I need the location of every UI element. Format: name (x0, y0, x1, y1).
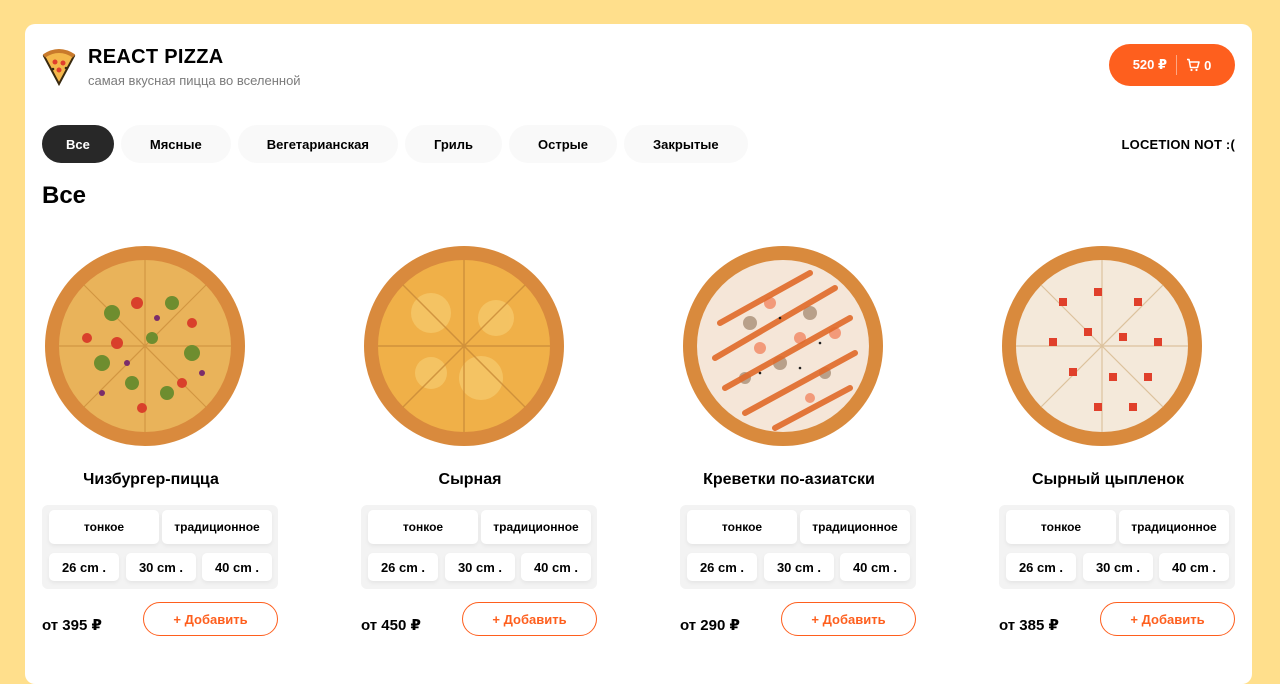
size-26-option[interactable]: 26 cm . (687, 553, 757, 581)
cart-divider (1176, 55, 1178, 75)
add-to-cart-button[interactable]: + Добавить (781, 602, 916, 636)
size-30-option[interactable]: 30 cm . (445, 553, 515, 581)
pizza-image (364, 246, 564, 446)
add-to-cart-button[interactable]: + Добавить (1100, 602, 1235, 636)
pizza-card: Креветки по-азиатски тонкое традиционное… (680, 242, 916, 662)
pizza-card: Сырный цыпленок тонкое традиционное 26 c… (999, 242, 1235, 662)
pizza-card: Сырная тонкое традиционное 26 cm . 30 cm… (361, 242, 597, 662)
size-40-option[interactable]: 40 cm . (1159, 553, 1229, 581)
size-40-option[interactable]: 40 cm . (840, 553, 910, 581)
category-all[interactable]: Все (42, 125, 114, 163)
size-30-option[interactable]: 30 cm . (1083, 553, 1153, 581)
size-26-option[interactable]: 26 cm . (1006, 553, 1076, 581)
pizza-price: от 395 ₽ (42, 617, 102, 634)
dough-traditional-option[interactable]: традиционное (481, 510, 591, 544)
size-30-option[interactable]: 30 cm . (764, 553, 834, 581)
header: REACT PIZZA самая вкусная пицца во вселе… (25, 24, 1252, 124)
dough-thin-option[interactable]: тонкое (368, 510, 478, 544)
size-26-option[interactable]: 26 cm . (368, 553, 438, 581)
pizza-grid: Чизбургер-пицца тонкое традиционное 26 c… (42, 242, 1235, 662)
category-spicy[interactable]: Острые (509, 125, 618, 163)
pizza-image (1002, 246, 1202, 446)
pizza-name: Чизбургер-пицца (83, 471, 219, 488)
cart-price: 520 ₽ (1132, 57, 1168, 72)
category-meat[interactable]: Мясные (120, 125, 231, 163)
section-title: Все (42, 182, 87, 209)
size-30-option[interactable]: 30 cm . (126, 553, 196, 581)
cart-button[interactable]: 520 ₽ 0 (1109, 44, 1235, 86)
app-title: REACT PIZZA (88, 46, 224, 68)
pizza-options: тонкое традиционное 26 cm . 30 cm . 40 c… (680, 505, 916, 589)
pizza-image (45, 246, 245, 446)
pizza-price: от 385 ₽ (999, 617, 1059, 634)
size-40-option[interactable]: 40 cm . (202, 553, 272, 581)
pizza-options: тонкое традиционное 26 cm . 30 cm . 40 c… (361, 505, 597, 589)
sort-label[interactable]: LOCETION NOT :( (1122, 137, 1236, 152)
category-vegetarian[interactable]: Вегетарианская (237, 125, 398, 163)
pizza-card: Чизбургер-пицца тонкое традиционное 26 c… (42, 242, 278, 662)
add-to-cart-button[interactable]: + Добавить (462, 602, 597, 636)
dough-thin-option[interactable]: тонкое (687, 510, 797, 544)
cart-icon (1187, 58, 1200, 72)
pizza-logo-icon (42, 49, 76, 86)
pizza-name: Сырная (438, 471, 502, 488)
category-closed[interactable]: Закрытые (624, 125, 748, 163)
pizza-price: от 450 ₽ (361, 617, 421, 634)
pizza-options: тонкое традиционное 26 cm . 30 cm . 40 c… (42, 505, 278, 589)
dough-thin-option[interactable]: тонкое (49, 510, 159, 544)
category-grill[interactable]: Гриль (404, 125, 503, 163)
dough-traditional-option[interactable]: традиционное (1119, 510, 1229, 544)
page-wrapper: REACT PIZZA самая вкусная пицца во вселе… (25, 24, 1252, 684)
dough-thin-option[interactable]: тонкое (1006, 510, 1116, 544)
dough-traditional-option[interactable]: традиционное (800, 510, 910, 544)
categories-bar: Все Мясные Вегетарианская Гриль Острые З… (42, 125, 755, 163)
pizza-options: тонкое традиционное 26 cm . 30 cm . 40 c… (999, 505, 1235, 589)
cart-count: 0 (1204, 57, 1212, 73)
dough-traditional-option[interactable]: традиционное (162, 510, 272, 544)
size-26-option[interactable]: 26 cm . (49, 553, 119, 581)
pizza-name: Сырный цыпленок (1031, 471, 1185, 488)
size-40-option[interactable]: 40 cm . (521, 553, 591, 581)
logo[interactable]: REACT PIZZA самая вкусная пицца во вселе… (42, 46, 301, 88)
app-subtitle: самая вкусная пицца во вселенной (88, 73, 301, 88)
pizza-image (683, 246, 883, 446)
pizza-price: от 290 ₽ (680, 617, 740, 634)
pizza-name: Креветки по-азиатски (703, 471, 875, 488)
add-to-cart-button[interactable]: + Добавить (143, 602, 278, 636)
